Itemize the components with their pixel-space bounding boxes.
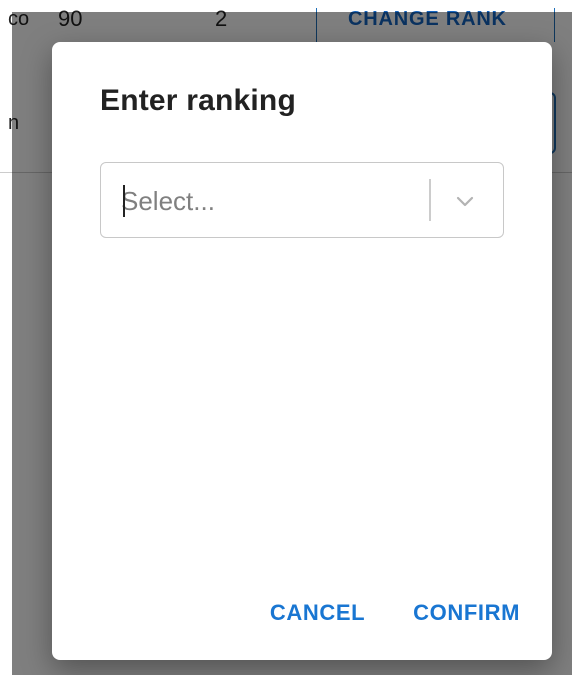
confirm-button[interactable]: CONFIRM — [413, 600, 520, 626]
cancel-button[interactable]: CANCEL — [270, 600, 365, 626]
ranking-select[interactable]: Select... — [100, 162, 504, 238]
dialog-title: Enter ranking — [100, 84, 296, 117]
select-placeholder: Select... — [121, 186, 215, 216]
chevron-down-icon[interactable] — [451, 187, 479, 215]
ranking-dialog: Enter ranking Select... CANCEL CONFIRM — [52, 42, 552, 660]
select-indicator-separator — [429, 179, 431, 221]
dialog-actions: CANCEL CONFIRM — [270, 600, 520, 626]
text-cursor — [123, 185, 125, 217]
